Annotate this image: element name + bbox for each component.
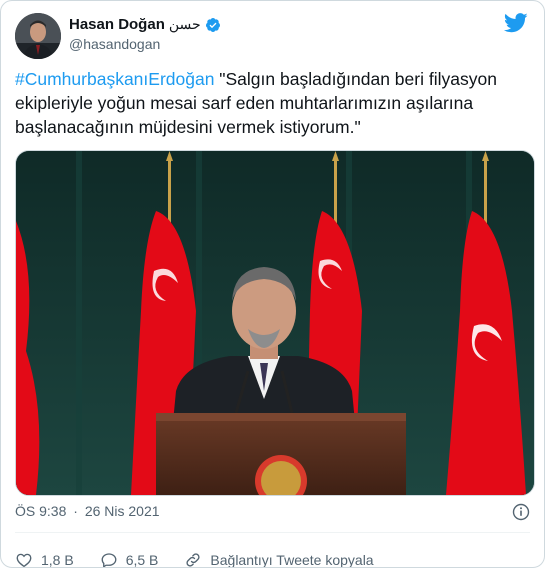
info-icon[interactable] [512,503,530,521]
link-icon [186,553,200,567]
heart-icon [16,553,32,567]
copy-link-button[interactable]: Bağlantıyı Tweete kopyala [184,551,374,568]
photo-scene [16,151,534,495]
tweet-card: Hasan Doğan حسن @hasandogan #Cumhurbaşka… [0,0,545,568]
tweet-time: ÖS 9:38 [15,503,67,519]
tweet-header: Hasan Doğan حسن @hasandogan [15,13,530,59]
display-name[interactable]: Hasan Doğan [69,16,165,33]
copy-link-label: Bağlantıyı Tweete kopyala [210,552,374,568]
display-name-arabic[interactable]: حسن [169,16,201,33]
author-handle[interactable]: @hasandogan [69,36,221,52]
meta-separator: · [73,503,78,519]
verified-badge-icon [205,17,221,33]
tweet-photo[interactable] [15,150,535,496]
action-bar: 1,8 B 6,5 B Bağlantıyı Tweete kopyala [15,532,530,568]
tweet-date: 26 Nis 2021 [84,503,160,519]
reply-count: 6,5 B [125,552,159,568]
like-button[interactable]: 1,8 B [15,551,74,568]
tweet-timestamp[interactable]: ÖS 9:38 · 26 Nis 2021 [15,503,530,523]
twitter-bird-icon[interactable] [503,13,528,33]
reply-button[interactable]: 6,5 B [100,551,159,568]
avatar[interactable] [15,13,61,59]
author-names: Hasan Doğan حسن @hasandogan [69,16,221,52]
tweet-text: #CumhurbaşkanıErdoğan "Salgın başladığın… [15,67,535,139]
like-count: 1,8 B [41,552,74,568]
reply-icon [101,553,117,567]
hashtag-link[interactable]: #CumhurbaşkanıErdoğan [15,69,214,89]
